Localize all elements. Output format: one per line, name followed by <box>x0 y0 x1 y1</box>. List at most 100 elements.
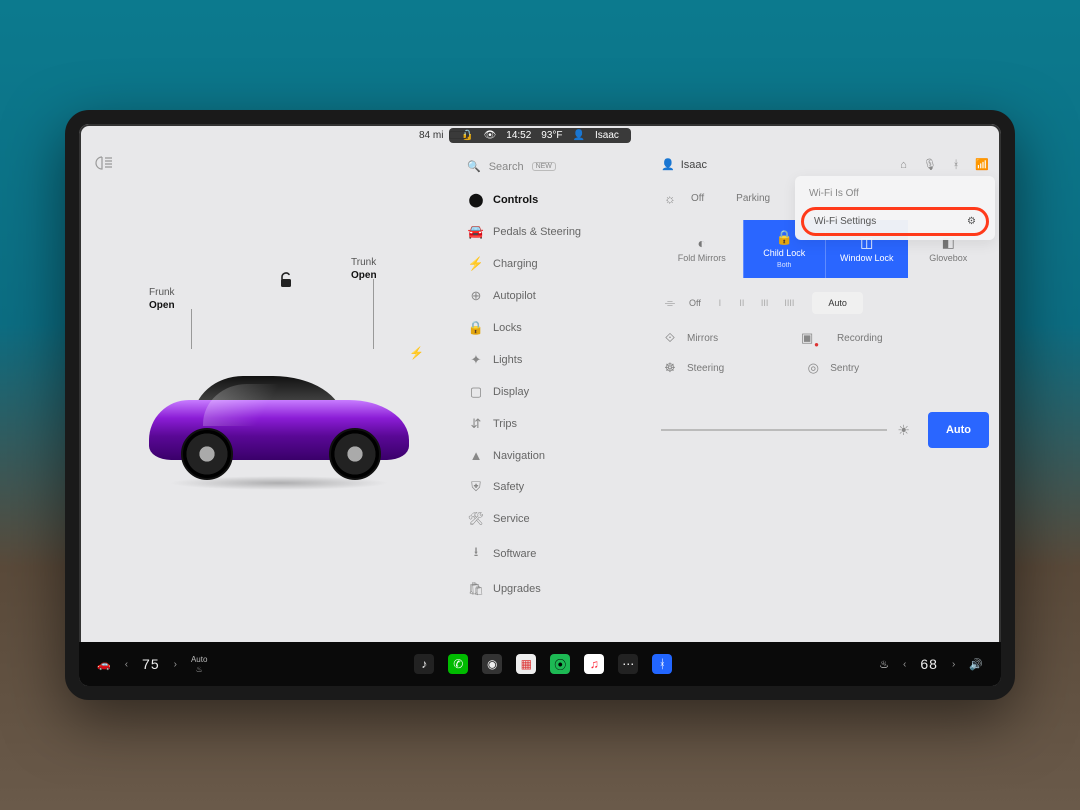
recording-label: Recording <box>837 333 883 344</box>
headlight-icon[interactable]: ☼ <box>661 191 679 206</box>
headlight-icon[interactable] <box>93 156 113 175</box>
wifi-settings-button[interactable]: Wi-Fi Settings ⚙ <box>801 207 989 236</box>
app-calendar-icon[interactable]: ▦ <box>516 654 536 674</box>
wrench-icon: 🛠 <box>469 511 483 527</box>
mirror-icon: ◐ <box>698 235 706 251</box>
chevron-right-icon[interactable]: › <box>174 659 177 670</box>
nav-icon: ▲ <box>469 448 483 463</box>
nav-lights[interactable]: ✦Lights <box>459 345 633 375</box>
tile-label: Fold Mirrors <box>678 254 726 264</box>
app-bluetooth-icon[interactable]: ᚼ <box>652 654 672 674</box>
touchscreen: 84 mi 🔒 👁 14:52 93°F 👤 Isaac Frunk Open … <box>65 110 1015 700</box>
chevron-left-icon[interactable]: ‹ <box>125 659 128 670</box>
brightness-auto-button[interactable]: Auto <box>928 412 989 448</box>
nav-locks[interactable]: 🔒Locks <box>459 313 633 343</box>
sun-icon: ☀ <box>897 422 910 439</box>
wiper-1[interactable]: I <box>711 292 729 314</box>
wiper-4[interactable]: IIII <box>778 292 800 314</box>
tile-label: Child Lock <box>763 249 805 259</box>
nav-label: Lights <box>493 354 522 366</box>
frunk-state: Open <box>149 299 175 312</box>
bag-icon: 🛍 <box>469 581 483 597</box>
app-apple-music-icon[interactable]: ♫ <box>584 654 604 674</box>
mirrors-label: Mirrors <box>687 333 718 344</box>
nav-service[interactable]: 🛠 Service <box>459 504 633 534</box>
unlock-icon[interactable] <box>279 272 293 293</box>
lights-off-option[interactable]: Off <box>691 193 704 204</box>
nav-charging[interactable]: ⚡Charging <box>459 249 633 279</box>
new-badge: NEW <box>532 162 556 171</box>
nav-autopilot[interactable]: ⊕Autopilot <box>459 281 633 311</box>
seat-heater-driver[interactable]: Auto♨ <box>191 655 207 674</box>
wifi-status-text: Wi-Fi Is Off <box>805 184 985 207</box>
nav-pedals[interactable]: 🚘 Pedals & Steering <box>459 217 633 247</box>
car-visualization-pane: Frunk Open Trunk Open ⚡ <box>79 146 449 642</box>
trips-icon: ⇵ <box>469 416 483 432</box>
app-music-note-icon[interactable]: ♪ <box>414 654 434 674</box>
mic-icon[interactable]: 🎙 <box>923 158 937 171</box>
charge-bolt-icon[interactable]: ⚡ <box>409 346 424 360</box>
steering-icon: ☸ <box>661 360 679 376</box>
passenger-temp[interactable]: 68 <box>920 656 938 672</box>
nav-display[interactable]: ▢Display <box>459 377 633 407</box>
nav-safety[interactable]: ⛨Safety <box>459 472 633 502</box>
steering-adjust-button[interactable]: ☸ Steering <box>661 360 724 376</box>
tile-sub: Both <box>777 262 791 269</box>
app-spotify-icon[interactable]: ⦿ <box>550 654 570 674</box>
bolt-icon: ⚡ <box>469 256 483 272</box>
wiper-2[interactable]: II <box>733 292 751 314</box>
nav-upgrades[interactable]: 🛍 Upgrades <box>459 574 633 604</box>
trunk-label: Trunk <box>351 257 376 268</box>
seat-auto-label: Auto <box>191 655 207 664</box>
nav-label: Controls <box>493 194 538 206</box>
home-icon[interactable]: ⌂ <box>900 159 907 171</box>
nav-label: Upgrades <box>493 583 541 595</box>
download-icon: ⭳ <box>469 543 483 565</box>
wiper-3[interactable]: III <box>755 292 775 314</box>
mirrors-adjust-button[interactable]: ⟐ Mirrors <box>661 330 718 346</box>
profile-icon: 👤 <box>661 158 675 171</box>
lights-parking-option[interactable]: Parking <box>736 193 770 204</box>
nav-label: Pedals & Steering <box>493 226 581 238</box>
controls-panel: 👤 Isaac ⌂ 🎙 ᚼ 📶 Wi-Fi Is Off Wi-Fi Setti… <box>649 146 1001 642</box>
volume-icon[interactable]: 🔊 <box>969 658 983 671</box>
sentry-icon: ◎ <box>804 360 822 376</box>
wipers-control: ⌯ Off I II III IIII Auto <box>661 292 989 314</box>
app-camera-icon[interactable]: ◉ <box>482 654 502 674</box>
car-icon: 🚘 <box>469 224 483 240</box>
nav-navigation[interactable]: ▲Navigation <box>459 441 633 470</box>
wiper-auto[interactable]: Auto <box>812 292 863 314</box>
sentry-button[interactable]: ◎ Sentry <box>804 360 859 376</box>
bluetooth-icon[interactable]: ᚼ <box>953 159 960 171</box>
brightness-slider[interactable] <box>661 429 887 431</box>
nav-label: Locks <box>493 322 522 334</box>
nav-trips[interactable]: ⇵ Trips <box>459 409 633 439</box>
driver-profile-button[interactable]: 👤 Isaac <box>661 158 707 171</box>
cellular-icon[interactable]: 📶 <box>975 158 989 171</box>
app-phone-icon[interactable]: ✆ <box>448 654 468 674</box>
app-more-icon[interactable]: ⋯ <box>618 654 638 674</box>
toggle-icon: ⬤ <box>469 192 483 208</box>
wiper-off[interactable]: Off <box>683 292 707 314</box>
nav-software[interactable]: ⭳ Software <box>459 536 633 572</box>
seat-heater-passenger[interactable]: ♨ <box>879 658 889 671</box>
search-row[interactable]: 🔍 Search NEW <box>459 156 633 183</box>
brightness-row: ☀ Auto <box>661 412 989 448</box>
car-render[interactable] <box>149 336 409 486</box>
bottom-dock: 🚗 ‹ 75 › Auto♨ ♪ ✆ ◉ ▦ ⦿ ♫ ⋯ ᚼ ♨ ‹ 68 › … <box>79 642 1001 686</box>
sentry-label: Sentry <box>830 363 859 374</box>
frunk-button[interactable]: Frunk Open <box>149 286 175 312</box>
chevron-left-icon[interactable]: ‹ <box>903 659 906 670</box>
nav-label: Software <box>493 548 536 560</box>
tile-fold-mirrors[interactable]: ◐ Fold Mirrors <box>661 220 743 278</box>
car-controls-icon[interactable]: 🚗 <box>97 658 111 671</box>
nav-controls[interactable]: ⬤ Controls <box>459 185 633 215</box>
nav-label: Trips <box>493 418 517 430</box>
chevron-right-icon[interactable]: › <box>952 659 955 670</box>
dashcam-recording-button[interactable]: ▣● Recording <box>798 330 882 346</box>
wiper-icon[interactable]: ⌯ <box>661 295 679 311</box>
driver-temp[interactable]: 75 <box>142 656 160 672</box>
nav-label: Service <box>493 513 530 525</box>
search-icon: 🔍 <box>467 160 481 173</box>
shield-icon: ⛨ <box>469 479 483 495</box>
